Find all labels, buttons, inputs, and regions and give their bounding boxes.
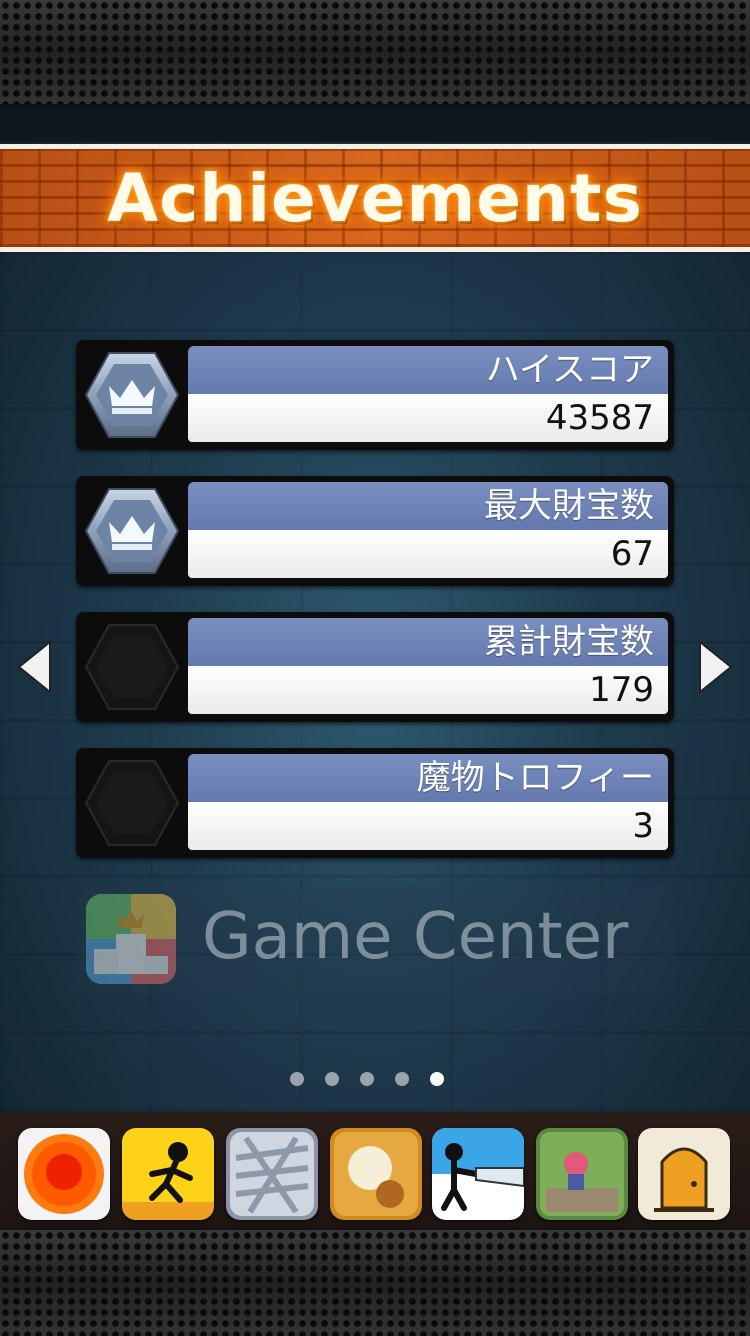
top-strip bbox=[0, 106, 750, 142]
mummy-app-icon[interactable] bbox=[226, 1128, 318, 1220]
promo-app-bar bbox=[0, 1112, 750, 1228]
right-arrow-icon bbox=[699, 639, 733, 695]
door-app-icon[interactable] bbox=[638, 1128, 730, 1220]
achievement-value: 67 bbox=[188, 530, 668, 578]
achievement-label: 累計財宝数 bbox=[188, 618, 668, 666]
prev-page-button[interactable] bbox=[16, 639, 52, 695]
top-metal-bar bbox=[0, 0, 750, 106]
achievement-value: 179 bbox=[188, 666, 668, 714]
achievement-label: 魔物トロフィー bbox=[188, 754, 668, 802]
page-dot bbox=[290, 1072, 304, 1086]
pixel-girl-app-icon[interactable] bbox=[536, 1128, 628, 1220]
next-page-button[interactable] bbox=[698, 639, 734, 695]
page-dot-active bbox=[430, 1072, 444, 1086]
locked-badge-icon bbox=[82, 756, 182, 850]
game-center-podium-icon bbox=[86, 894, 176, 984]
red-button-app-icon[interactable] bbox=[18, 1128, 110, 1220]
page-dot bbox=[325, 1072, 339, 1086]
title-banner: Achievements bbox=[0, 144, 750, 252]
crown-badge-icon bbox=[82, 348, 182, 442]
game-center-label: Game Center bbox=[202, 900, 629, 974]
page-title: Achievements bbox=[107, 159, 643, 237]
page-dot bbox=[360, 1072, 374, 1086]
dinosaur-app-icon[interactable] bbox=[330, 1128, 422, 1220]
page-indicator bbox=[290, 1072, 470, 1088]
achievement-label: ハイスコア bbox=[188, 346, 668, 394]
page-dot bbox=[395, 1072, 409, 1086]
locked-badge-icon bbox=[82, 620, 182, 714]
achievement-label: 最大財宝数 bbox=[188, 482, 668, 530]
achievement-row-max-treasure: 最大財宝数 67 bbox=[76, 476, 674, 586]
stickman-run-app-icon[interactable] bbox=[122, 1128, 214, 1220]
crown-badge-icon bbox=[82, 484, 182, 578]
achievement-row-monster-trophy: 魔物トロフィー 3 bbox=[76, 748, 674, 858]
achievement-row-total-treasure: 累計財宝数 179 bbox=[76, 612, 674, 722]
bottom-metal-bar bbox=[0, 1228, 750, 1336]
achievement-value: 3 bbox=[188, 802, 668, 850]
achievement-value: 43587 bbox=[188, 394, 668, 442]
left-arrow-icon bbox=[17, 639, 51, 695]
game-center-button[interactable]: Game Center bbox=[76, 884, 674, 994]
achievement-row-high-score: ハイスコア 43587 bbox=[76, 340, 674, 450]
stickman-saw-app-icon[interactable] bbox=[432, 1128, 524, 1220]
